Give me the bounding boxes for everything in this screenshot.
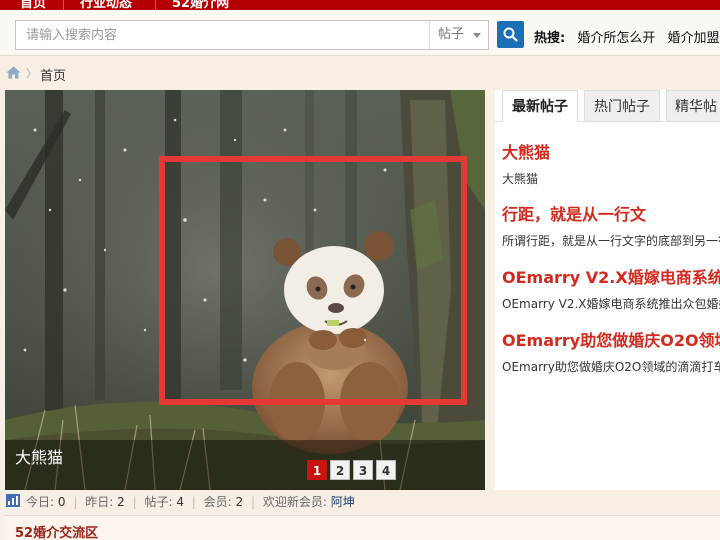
post-desc: 大熊猫 <box>502 172 539 186</box>
top-nav: 首页 行业动态 52婚介网 <box>0 0 720 10</box>
post-title[interactable]: 行距，就是从一行文 <box>502 203 720 227</box>
tab-latest-posts[interactable]: 最新帖子 <box>502 90 578 122</box>
search-box: 帖子 <box>15 20 489 50</box>
post-title[interactable]: 大熊猫 <box>502 141 720 165</box>
nav-item-home[interactable]: 首页 <box>20 0 46 10</box>
slider-page-4[interactable]: 4 <box>376 460 396 480</box>
nav-divider <box>155 0 156 10</box>
post-item: 行距，就是从一行文 所谓行距，就是从一行文字的底部到另一行 <box>502 203 720 249</box>
hot-search: 热搜: 婚介所怎么开 婚介加盟 婚 <box>534 27 720 46</box>
stat-divider: | <box>73 495 78 509</box>
search-button[interactable] <box>497 21 524 48</box>
bar-chart-icon <box>6 494 20 507</box>
stat-members-label: 会员: <box>203 495 232 509</box>
forum-section-header: 52婚介交流区 <box>5 515 720 540</box>
newest-member-link[interactable]: 阿坤 <box>331 495 355 509</box>
breadcrumb-separator-icon: 〉 <box>26 67 37 80</box>
slider-page-2[interactable]: 2 <box>330 460 350 480</box>
slider-page-1[interactable]: 1 <box>307 460 327 480</box>
image-slider[interactable]: 大熊猫 1 2 3 4 <box>5 90 485 490</box>
stats-line: 今日: 0 | 昨日: 2 | 帖子: 4 | 会员: 2 | 欢迎新会员: 阿… <box>26 493 355 510</box>
slider-page-3[interactable]: 3 <box>353 460 373 480</box>
search-input[interactable] <box>16 21 428 49</box>
breadcrumb-current: 首页 <box>40 69 67 84</box>
slide-caption-bar <box>5 440 485 490</box>
stat-divider: | <box>191 495 196 509</box>
search-type-label: 帖子 <box>438 27 465 42</box>
post-item: OEmarry助您做婚庆O2O领域 OEmarry助您做婚庆O2O领域的滴滴打车… <box>502 329 720 375</box>
post-title[interactable]: OEmarry助您做婚庆O2O领域 <box>502 329 720 353</box>
post-title[interactable]: OEmarry V2.X婚嫁电商系统推 <box>502 266 720 290</box>
tab-hot-posts[interactable]: 热门帖子 <box>584 90 660 122</box>
stat-today-label: 今日: <box>26 495 55 509</box>
nav-item-52hunjie[interactable]: 52婚介网 <box>172 0 229 10</box>
stat-yesterday-value: 2 <box>117 495 125 509</box>
nav-divider <box>63 0 64 10</box>
home-icon[interactable] <box>6 66 21 79</box>
search-row: 帖子 热搜: 婚介所怎么开 婚介加盟 婚 <box>0 10 720 56</box>
stat-members-value: 2 <box>235 495 244 509</box>
post-desc: 所谓行距，就是从一行文字的底部到另一行 <box>502 234 720 248</box>
section-title[interactable]: 52婚介交流区 <box>15 522 98 540</box>
stat-posts-label: 帖子: <box>144 495 173 509</box>
post-tabs: 最新帖子 热门帖子 精华帖 <box>495 90 720 122</box>
stat-divider: | <box>251 495 256 509</box>
search-type-select[interactable]: 帖子 <box>429 21 489 49</box>
stat-welcome-label: 欢迎新会员: <box>262 495 327 509</box>
stat-posts-value: 4 <box>176 495 184 509</box>
hot-link-open-agency[interactable]: 婚介所怎么开 <box>577 31 655 46</box>
post-panel: 最新帖子 热门帖子 精华帖 大熊猫 大熊猫 行距，就是从一行文 所谓行距，就是从… <box>495 90 720 490</box>
hot-link-franchise[interactable]: 婚介加盟 <box>668 31 720 46</box>
nav-item-industry-news[interactable]: 行业动态 <box>80 0 132 10</box>
slide-caption[interactable]: 大熊猫 <box>15 444 63 468</box>
search-icon <box>503 27 518 42</box>
post-desc: OEmarry V2.X婚嫁电商系统推出众包婚嫁 <box>502 297 720 311</box>
forum-stats: 今日: 0 | 昨日: 2 | 帖子: 4 | 会员: 2 | 欢迎新会员: 阿… <box>0 490 720 512</box>
chevron-down-icon <box>473 33 481 38</box>
breadcrumb: 〉 首页 <box>0 57 720 89</box>
stat-today-value: 0 <box>57 495 66 509</box>
hot-search-label: 热搜: <box>534 31 566 46</box>
post-item: 大熊猫 大熊猫 <box>502 141 720 187</box>
post-desc: OEmarry助您做婚庆O2O领域的滴滴打车9 <box>502 360 720 374</box>
stat-divider: | <box>132 495 137 509</box>
post-item: OEmarry V2.X婚嫁电商系统推 OEmarry V2.X婚嫁电商系统推出… <box>502 266 720 312</box>
page: 首页 行业动态 52婚介网 帖子 热搜: 婚介所怎么开 婚介加盟 婚 <box>0 0 720 540</box>
stat-yesterday-label: 昨日: <box>85 495 114 509</box>
tab-featured-posts[interactable]: 精华帖 <box>666 90 720 122</box>
slide-image-panda <box>5 90 485 490</box>
